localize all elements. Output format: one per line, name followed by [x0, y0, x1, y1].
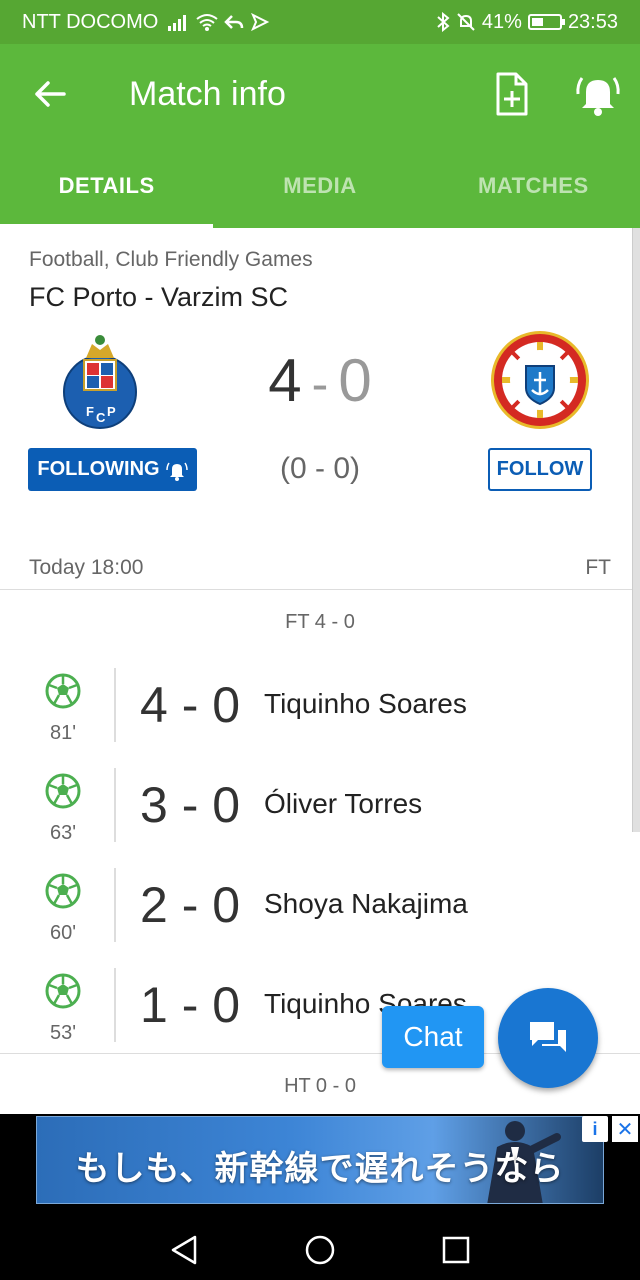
battery-level	[531, 18, 543, 26]
bell-alert-icon	[576, 77, 620, 116]
mute-bell-icon	[457, 13, 475, 31]
status-bar: NTT DOCOMO 41% 23:53	[0, 0, 640, 44]
battery-icon	[527, 14, 565, 30]
football-icon	[45, 973, 81, 1009]
football-icon	[45, 873, 81, 909]
timeline-line	[114, 868, 116, 942]
add-document-icon	[496, 72, 528, 116]
nav-recents-button[interactable]	[436, 1232, 476, 1268]
goal-scorer: Shoya Nakajima	[264, 888, 468, 919]
ad-close-icon[interactable]: ✕	[612, 1116, 638, 1142]
goal-score: 1 - 0	[140, 977, 241, 1033]
goal-score: 3 - 0	[140, 777, 241, 833]
goal-minute: 63'	[49, 822, 77, 844]
nav-back-icon	[171, 1235, 197, 1265]
reply-icon	[224, 15, 244, 29]
match-status: FT	[585, 556, 611, 579]
goal-score: 4 - 0	[140, 677, 241, 733]
clock: 23:53	[567, 10, 618, 33]
chat-fab[interactable]	[498, 988, 598, 1088]
timeline-line	[114, 668, 116, 742]
ad-banner[interactable]: もしも、新幹線で遅れそうなら	[36, 1116, 604, 1204]
send-icon	[251, 13, 270, 31]
signal-icon	[168, 15, 187, 31]
chat-button[interactable]: Chat	[382, 1006, 484, 1068]
match-header: Football, Club Friendly Games FC Porto -…	[0, 228, 640, 590]
away-score: 0	[338, 347, 372, 414]
away-team-crest[interactable]	[490, 330, 590, 430]
tab-bar: DETAILS MEDIA MATCHES	[0, 144, 640, 228]
kickoff-time: Today 18:00	[29, 556, 144, 579]
tab-matches[interactable]: MATCHES	[427, 144, 640, 228]
goal-scorer: Tiquinho Soares	[264, 688, 467, 719]
timeline-line	[114, 968, 116, 1042]
timeline-line	[114, 768, 116, 842]
notifications-button[interactable]	[574, 70, 622, 118]
ad-info-icon[interactable]: i	[582, 1116, 608, 1142]
follow-button[interactable]: FOLLOW	[488, 448, 592, 491]
divider	[0, 589, 640, 590]
goal-score: 2 - 0	[140, 877, 241, 933]
match-title: FC Porto - Varzim SC	[29, 282, 289, 312]
back-arrow-icon	[35, 81, 66, 107]
goal-minute: 60'	[49, 922, 77, 944]
tab-media[interactable]: MEDIA	[213, 144, 426, 228]
goal-scorer: Óliver Torres	[264, 788, 423, 819]
goal-minute: 81'	[49, 722, 77, 744]
navigation-bar	[0, 1220, 640, 1280]
ad-area: もしも、新幹線で遅れそうなら i ✕	[0, 1114, 640, 1220]
carrier-name: NTT DOCOMO	[22, 10, 159, 33]
bluetooth-icon	[437, 12, 450, 32]
match-category: Football, Club Friendly Games	[29, 248, 313, 271]
football-icon	[45, 673, 81, 709]
chat-bubbles-icon	[530, 1022, 566, 1052]
fulltime-label: FT 4 - 0	[285, 611, 355, 633]
goal-event[interactable]: 60' 2 - 0 Shoya Nakajima	[0, 868, 640, 962]
home-score: 4	[268, 347, 302, 414]
score-separator: -	[311, 356, 329, 412]
app-bar: Match info	[0, 44, 640, 144]
goal-event[interactable]: 81' 4 - 0 Tiquinho Soares	[0, 668, 640, 762]
tab-details[interactable]: DETAILS	[0, 144, 214, 228]
goal-event[interactable]: 63' 3 - 0 Óliver Torres	[0, 768, 640, 862]
nav-home-icon	[305, 1235, 335, 1265]
wifi-icon	[196, 14, 218, 31]
nav-home-button[interactable]	[300, 1232, 340, 1268]
football-icon	[45, 773, 81, 809]
goal-minute: 53'	[49, 1022, 77, 1044]
nav-back-button[interactable]	[164, 1232, 204, 1268]
ad-text: もしも、新幹線で遅れそうなら	[75, 1150, 565, 1188]
nav-recents-icon	[442, 1236, 470, 1264]
add-document-button[interactable]	[490, 70, 534, 118]
battery-percent: 41%	[481, 10, 522, 33]
page-title: Match info	[129, 75, 286, 113]
back-button[interactable]	[28, 72, 72, 116]
